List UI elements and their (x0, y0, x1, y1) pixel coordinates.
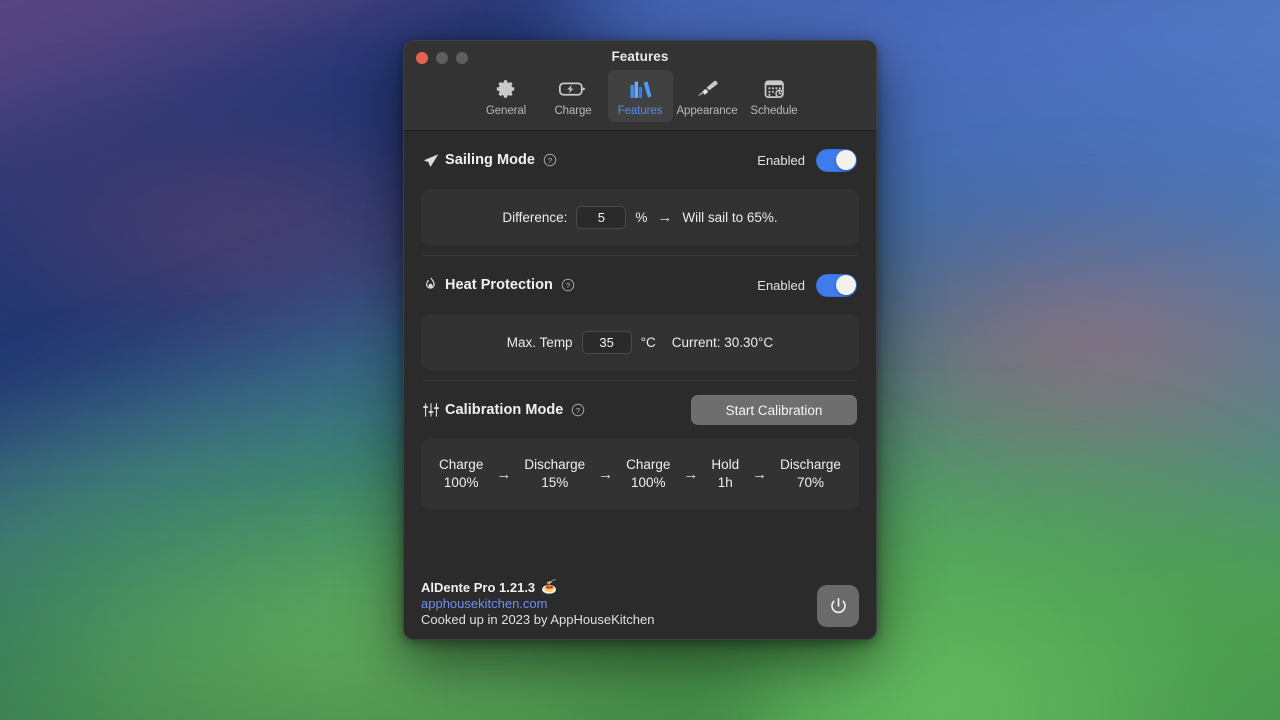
arrow-right-icon: → (683, 466, 698, 483)
svg-text:?: ? (548, 156, 552, 165)
paintbrush-icon (695, 76, 719, 102)
max-temp-label: Max. Temp (507, 335, 573, 350)
sailing-mode-help-icon[interactable]: ? (543, 153, 557, 167)
thermometer-flame-icon (423, 277, 445, 294)
pasta-emoji-icon: 🍝 (541, 579, 557, 595)
sailing-mode-panel: Difference: 5 % → Will sail to 65%. (421, 189, 859, 245)
tab-features-label: Features (618, 105, 663, 117)
arrow-right-icon: → (752, 466, 767, 483)
tab-general-label: General (486, 105, 526, 117)
heat-protection-toggle[interactable] (816, 274, 857, 297)
max-temp-input[interactable]: 35 (582, 331, 632, 354)
window-titlebar: Features General (404, 41, 876, 131)
flow-step: Discharge 70% (780, 456, 841, 492)
sailing-mode-toggle[interactable] (816, 149, 857, 172)
arrow-right-icon: → (598, 466, 613, 483)
flow-step: Charge 100% (439, 456, 483, 492)
flow-step: Charge 100% (626, 456, 670, 492)
app-version-line: AlDente Pro 1.21.3 🍝 (421, 579, 817, 595)
flow-step-name: Charge (626, 456, 670, 474)
aldente-preferences-window: Features General (403, 40, 877, 640)
calibration-flow-panel: Charge 100% → Discharge 15% → Charge 100… (421, 439, 859, 509)
tab-features[interactable]: Features (608, 70, 673, 122)
website-link[interactable]: apphousekitchen.com (421, 596, 817, 611)
heat-protection-enabled-label: Enabled (757, 278, 805, 293)
heat-protection-controls: Enabled (757, 274, 857, 297)
heat-protection-title: Heat Protection (445, 277, 553, 293)
tab-schedule-label: Schedule (750, 105, 797, 117)
sailing-result-text: Will sail to 65%. (682, 210, 777, 225)
sailing-mode-controls: Enabled (757, 149, 857, 172)
sailing-mode-enabled-label: Enabled (757, 153, 805, 168)
calibration-mode-header: Calibration Mode ? Start Calibration (421, 381, 859, 439)
paper-plane-icon (423, 152, 445, 169)
gear-icon (495, 76, 517, 102)
wallpaper-rose-glow-left (0, 101, 461, 346)
toggle-knob (836, 275, 856, 295)
flow-step-name: Discharge (524, 456, 585, 474)
tab-schedule[interactable]: Schedule (742, 70, 807, 122)
svg-text:?: ? (576, 406, 580, 415)
tab-appearance-label: Appearance (676, 105, 737, 117)
app-name-version: AlDente Pro 1.21.3 (421, 580, 535, 595)
tab-appearance[interactable]: Appearance (675, 70, 740, 122)
flow-step-name: Charge (439, 456, 483, 474)
battery-bolt-icon (559, 76, 587, 102)
difference-input[interactable]: 5 (576, 206, 626, 229)
flow-step-value: 100% (444, 474, 479, 492)
flow-step-value: 15% (541, 474, 568, 492)
features-content: Sailing Mode ? Enabled Difference: 5 % →… (404, 131, 876, 640)
flow-step-value: 1h (718, 474, 733, 492)
power-icon (828, 596, 849, 617)
calendar-clock-icon (763, 76, 786, 102)
heat-protection-help-icon[interactable]: ? (561, 278, 575, 292)
max-temp-unit: °C (641, 335, 656, 350)
books-icon (628, 76, 652, 102)
toggle-knob (836, 150, 856, 170)
sailing-mode-title: Sailing Mode (445, 152, 535, 168)
flow-step-name: Hold (711, 456, 739, 474)
sliders-icon (423, 402, 445, 418)
flow-step-value: 70% (797, 474, 824, 492)
heat-protection-header: Heat Protection ? Enabled (421, 256, 859, 314)
window-title: Features (404, 49, 876, 64)
tab-charge[interactable]: Charge (541, 70, 606, 122)
calibration-mode-title: Calibration Mode (445, 402, 563, 418)
app-credit-text: Cooked up in 2023 by AppHouseKitchen (421, 612, 817, 627)
tab-charge-label: Charge (554, 105, 591, 117)
tab-general[interactable]: General (474, 70, 539, 122)
quit-power-button[interactable] (817, 585, 859, 627)
footer-text-block: AlDente Pro 1.21.3 🍝 apphousekitchen.com… (421, 579, 817, 627)
difference-label: Difference: (502, 210, 567, 225)
flow-step-name: Discharge (780, 456, 841, 474)
flow-step-value: 100% (631, 474, 666, 492)
calibration-mode-help-icon[interactable]: ? (571, 403, 585, 417)
heat-protection-panel: Max. Temp 35 °C Current: 30.30°C (421, 314, 859, 370)
calibration-actions: Start Calibration (691, 395, 857, 425)
svg-text:?: ? (566, 281, 570, 290)
preferences-toolbar: General Charge (404, 70, 876, 122)
difference-unit: % (635, 210, 647, 225)
sailing-mode-header: Sailing Mode ? Enabled (421, 131, 859, 189)
current-temp-text: Current: 30.30°C (672, 335, 773, 350)
window-footer: AlDente Pro 1.21.3 🍝 apphousekitchen.com… (421, 579, 859, 627)
arrow-right-icon: → (656, 209, 673, 226)
flow-step: Discharge 15% (524, 456, 585, 492)
start-calibration-button[interactable]: Start Calibration (691, 395, 857, 425)
arrow-right-icon: → (496, 466, 511, 483)
flow-step: Hold 1h (711, 456, 739, 492)
